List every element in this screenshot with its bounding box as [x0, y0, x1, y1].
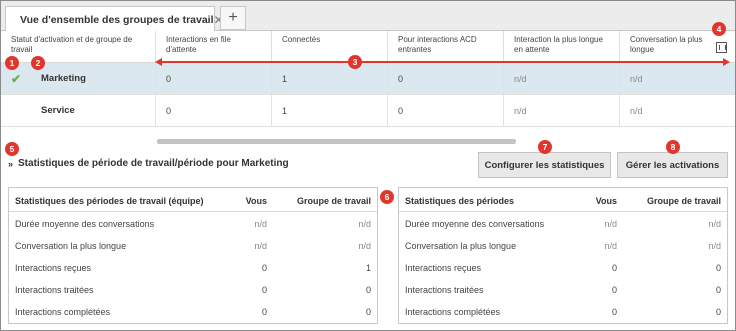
chevron-down-icon: »	[8, 158, 14, 169]
callout-badge-3: 3	[348, 55, 362, 69]
cell-queue: 0	[156, 95, 272, 126]
list-item: Interactions traitées 0 0	[399, 279, 727, 301]
list-item: Interactions complétées 0 0	[399, 301, 727, 323]
table-row[interactable]: Service 0 1 0 n/d n/d	[1, 95, 735, 127]
stat-you: 0	[611, 263, 617, 273]
stat-label: Interactions traitées	[405, 285, 484, 295]
period-title-text: Statistiques de période de travail/pério…	[18, 158, 289, 169]
cell-longest-conv: n/d	[630, 105, 643, 116]
column-header-longest-conv[interactable]: Conversation la plus longue	[620, 31, 717, 62]
stat-label: Interactions traitées	[15, 285, 94, 295]
list-item: Interactions traitées 0 0	[9, 279, 377, 301]
stats-column-group: Groupe de travail	[646, 195, 721, 206]
callout-badge-2: 2	[31, 56, 45, 70]
stat-group: n/d	[358, 219, 371, 229]
list-item: Durée moyenne des conversations n/d n/d	[399, 213, 727, 235]
stats-column-you: Vous	[245, 195, 267, 206]
stats-column-group: Groupe de travail	[296, 195, 371, 206]
list-item: Conversation la plus longue n/d n/d	[399, 235, 727, 257]
add-tab-button[interactable]: +	[220, 6, 246, 30]
stat-you: 0	[611, 307, 617, 317]
stat-label: Interactions reçues	[405, 263, 482, 273]
workgroup-name: Marketing	[31, 63, 156, 94]
horizontal-scrollbar[interactable]	[157, 139, 516, 144]
stat-group: n/d	[708, 219, 721, 229]
list-item: Conversation la plus longue n/d n/d	[9, 235, 377, 257]
team-period-stats-panel: Statistiques des périodes de travail (éq…	[8, 187, 378, 324]
callout-badge-1: 1	[5, 56, 19, 70]
list-item: Interactions complétées 0 0	[9, 301, 377, 323]
list-item: Interactions reçues 0 0	[399, 257, 727, 279]
callout-badge-6: 6	[380, 190, 394, 204]
tab-bar: Vue d'ensemble des groupes de travail ✕ …	[1, 1, 735, 32]
callout-arrow-left	[155, 58, 162, 66]
stats-column-name: Statistiques des périodes de travail (éq…	[15, 195, 204, 206]
callout-badge-5: 5	[5, 142, 19, 156]
cell-longest-conv: n/d	[630, 73, 643, 84]
period-stats-panel: Statistiques des périodes Vous Groupe de…	[398, 187, 728, 324]
cell-acd: 0	[388, 95, 504, 126]
callout-badge-4: 4	[712, 22, 726, 36]
stats-column-name: Statistiques des périodes	[405, 195, 515, 206]
stat-label: Interactions complétées	[405, 307, 501, 317]
list-item: Interactions reçues 0 1	[9, 257, 377, 279]
stat-label: Interactions reçues	[15, 263, 92, 273]
panel-header: Statistiques des périodes de travail (éq…	[9, 190, 377, 212]
stat-you: n/d	[604, 219, 617, 229]
stat-group: 0	[715, 263, 721, 273]
stat-you: 0	[261, 285, 267, 295]
stat-label: Interactions complétées	[15, 307, 111, 317]
stat-you: n/d	[254, 219, 267, 229]
period-section-title[interactable]: » Statistiques de période de travail/pér…	[8, 158, 289, 169]
column-header-connected[interactable]: Connectés	[272, 31, 388, 62]
stat-group: n/d	[358, 241, 371, 251]
cell-queue: 0	[156, 63, 272, 94]
tab-label: Vue d'ensemble des groupes de travail	[20, 13, 214, 26]
stat-group: 0	[715, 307, 721, 317]
stat-label: Durée moyenne des conversations	[405, 219, 545, 229]
cell-longest-wait: n/d	[504, 95, 620, 126]
stat-group: 1	[365, 263, 371, 273]
tab-workgroups-overview[interactable]: Vue d'ensemble des groupes de travail ✕	[5, 6, 224, 32]
stat-label: Durée moyenne des conversations	[15, 219, 155, 229]
stat-you: 0	[261, 307, 267, 317]
plus-icon: +	[228, 9, 238, 26]
check-icon: ✔	[11, 71, 22, 86]
callout-badge-7: 7	[538, 140, 552, 154]
column-header-status[interactable]: Statut d'activation et de groupe de trav…	[1, 31, 156, 62]
configure-statistics-button[interactable]: Configurer les statistiques	[478, 152, 611, 178]
manage-activations-button[interactable]: Gérer les activations	[617, 152, 728, 178]
cell-acd: 0	[388, 63, 504, 94]
cell-connected: 1	[272, 63, 388, 94]
panel-header: Statistiques des périodes Vous Groupe de…	[399, 190, 727, 212]
cell-longest-wait: n/d	[504, 63, 620, 94]
column-header-longest-wait[interactable]: Interaction la plus longue en attente	[504, 31, 620, 62]
stat-group: 0	[365, 307, 371, 317]
workgroup-name: Service	[31, 95, 156, 126]
callout-arrow	[160, 61, 725, 63]
list-item: Durée moyenne des conversations n/d n/d	[9, 213, 377, 235]
callout-arrow-right	[723, 58, 730, 66]
column-picker-icon[interactable]	[716, 42, 727, 53]
column-header-queue[interactable]: Interactions en file d'attente	[156, 31, 272, 62]
stat-label: Conversation la plus longue	[15, 241, 127, 251]
stat-you: n/d	[254, 241, 267, 251]
callout-badge-8: 8	[666, 140, 680, 154]
cell-connected: 1	[272, 95, 388, 126]
column-header-acd[interactable]: Pour interactions ACD entrantes	[388, 31, 504, 62]
stats-column-you: Vous	[595, 195, 617, 206]
stat-group: n/d	[708, 241, 721, 251]
stat-label: Conversation la plus longue	[405, 241, 517, 251]
stat-you: 0	[261, 263, 267, 273]
stat-group: 0	[715, 285, 721, 295]
grid-header: Statut d'activation et de groupe de trav…	[1, 31, 735, 63]
stat-you: 0	[611, 285, 617, 295]
stat-group: 0	[365, 285, 371, 295]
table-row[interactable]: ✔ Marketing 0 1 0 n/d n/d	[1, 63, 735, 95]
stat-you: n/d	[604, 241, 617, 251]
